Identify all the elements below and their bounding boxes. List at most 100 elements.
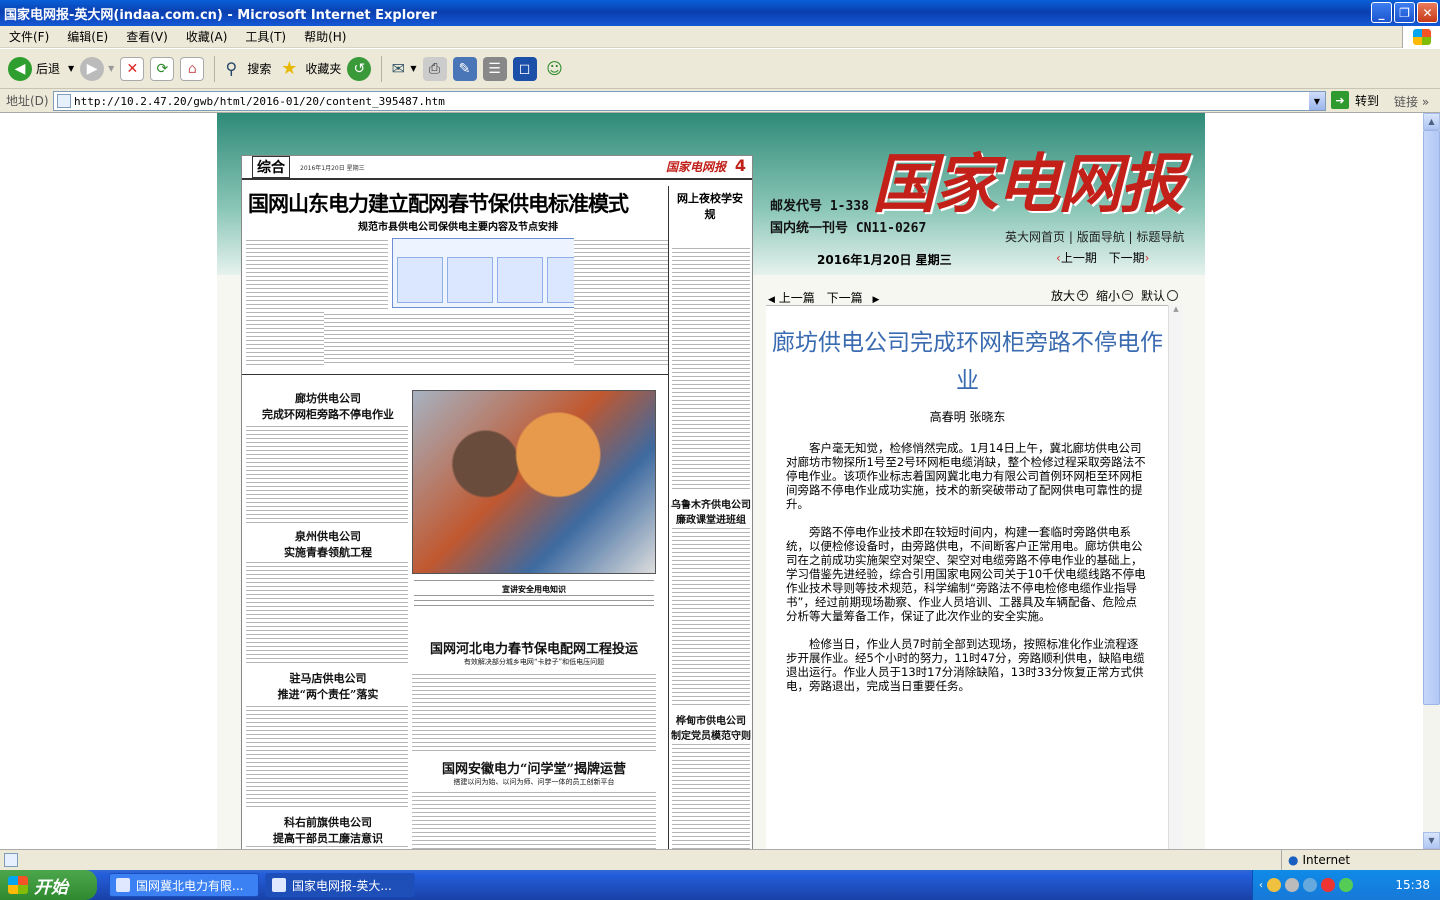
- address-bar: 地址(D) http://10.2.47.20/gwb/html/2016-01…: [0, 89, 1440, 113]
- next-article-link[interactable]: 下一篇: [827, 291, 863, 305]
- article-panel: 廊坊供电公司完成环网柜旁路不停电作业 高春明 张晓东 客户毫无知觉，检修悄然完成…: [766, 305, 1183, 849]
- search-icon: ⚲: [225, 59, 238, 78]
- go-button[interactable]: ➜ 转到: [1331, 91, 1379, 109]
- text-column: [412, 672, 656, 752]
- close-button[interactable]: ✕: [1417, 2, 1438, 23]
- refresh-icon: ⟳: [150, 56, 175, 81]
- article-subtitle-text: 廉政课堂进班组: [676, 515, 746, 526]
- edit-button[interactable]: ✎: [452, 53, 477, 85]
- article-author: 高春明 张晓东: [929, 410, 1006, 424]
- tray-icon[interactable]: [1303, 878, 1317, 892]
- nav-layout-link[interactable]: 版面导航: [1077, 230, 1125, 244]
- text-column: [246, 704, 408, 808]
- photo-caption: 宣讲安全用电知识: [412, 584, 656, 595]
- research-button[interactable]: ◻: [512, 53, 537, 85]
- links-button[interactable]: 链接 »: [1394, 93, 1429, 110]
- menu-edit[interactable]: 编辑(E): [58, 28, 117, 45]
- text-column: [672, 742, 750, 849]
- nav-home-link[interactable]: 英大网首页: [1005, 230, 1065, 244]
- paper-section: 综合: [252, 156, 290, 178]
- default-size-link[interactable]: 默认: [1141, 287, 1165, 304]
- paper-article-title[interactable]: 科右前旗供电公司 提高干部员工廉洁意识: [248, 814, 408, 846]
- tray-icon[interactable]: [1267, 878, 1281, 892]
- start-button[interactable]: 开始: [0, 870, 97, 900]
- menu-tools[interactable]: 工具(T): [236, 28, 295, 45]
- zoom-out-icon[interactable]: −: [1122, 290, 1134, 301]
- tray-icon[interactable]: [1339, 878, 1353, 892]
- page-scrollbar[interactable]: ▲ ▼: [1423, 113, 1440, 849]
- history-icon: ↺: [347, 56, 372, 81]
- window-titlebar[interactable]: 国家电网报-英大网(indaa.com.cn) - Microsoft Inte…: [0, 0, 1440, 26]
- chevron-down-icon[interactable]: ▼: [410, 64, 416, 73]
- paper-subhead: 规范市县供电公司保供电主要内容及节点安排: [358, 222, 558, 233]
- window-title: 国家电网报-英大网(indaa.com.cn) - Microsoft Inte…: [4, 7, 437, 23]
- paper-headline[interactable]: 国网山东电力建立配网春节保供电标准模式: [248, 188, 629, 218]
- minimize-button[interactable]: _: [1371, 2, 1392, 23]
- article-subtitle-text: 搭建以问为始、以问为师、问学一体的员工创新平台: [453, 778, 615, 786]
- site-logo: 国家电网报: [872, 147, 1184, 222]
- back-button[interactable]: ◀ 后退 ▼: [8, 53, 74, 85]
- history-button[interactable]: ↺: [347, 53, 372, 85]
- menu-file[interactable]: 文件(F): [0, 28, 58, 45]
- newspaper-photo[interactable]: [412, 390, 656, 574]
- paper-article-title[interactable]: 驻马店供电公司 推进“两个责任”落实: [248, 670, 408, 702]
- paper-article-title[interactable]: 乌鲁木齐供电公司 廉政课堂进班组: [670, 496, 752, 526]
- issue-date: 2016年1月20日 星期三: [817, 253, 952, 267]
- prev-article-link[interactable]: 上一篇: [779, 291, 815, 305]
- edit-icon: ✎: [452, 56, 477, 81]
- default-size-icon[interactable]: [1167, 290, 1179, 301]
- chevron-down-icon[interactable]: ▼: [108, 64, 114, 73]
- paper-article-title[interactable]: 国网安徽电力“问学堂”揭牌运营 搭建以问为始、以问为师、问学一体的员工创新平台: [412, 758, 656, 787]
- chevron-down-icon[interactable]: ▼: [68, 64, 74, 73]
- favorites-button[interactable]: ★ 收藏夹: [277, 53, 341, 85]
- article-nav: ◀ 上一篇 下一篇 ▶: [768, 289, 879, 306]
- taskbar-item[interactable]: 国家电网报-英大...: [265, 873, 415, 897]
- tray-expand-icon[interactable]: ‹: [1259, 880, 1263, 891]
- print-button[interactable]: ⎙: [422, 53, 447, 85]
- menu-view[interactable]: 查看(V): [117, 28, 177, 45]
- tray-icon[interactable]: [1285, 878, 1299, 892]
- scroll-up-icon[interactable]: ▲: [1423, 113, 1440, 130]
- messenger-button[interactable]: ☺: [543, 53, 567, 85]
- paper-article-title[interactable]: 桦甸市供电公司 制定党员模范守则: [670, 712, 752, 742]
- search-button[interactable]: ⚲ 搜索: [219, 53, 271, 85]
- section-divider: [242, 374, 668, 375]
- address-input[interactable]: http://10.2.47.20/gwb/html/2016-01/20/co…: [53, 91, 1326, 111]
- nav-titles-link[interactable]: 标题导航: [1136, 230, 1184, 244]
- zoom-out-link[interactable]: 缩小: [1096, 287, 1120, 304]
- paper-side-box[interactable]: 网上夜校学安规: [672, 190, 748, 222]
- stop-button[interactable]: ✕: [120, 53, 145, 85]
- paper-article-title[interactable]: 泉州供电公司 实施青春领航工程: [248, 528, 408, 560]
- mail-button[interactable]: ✉ ▼: [386, 53, 417, 85]
- prev-issue-link[interactable]: 上一期: [1061, 251, 1097, 265]
- article-scrollbar[interactable]: ▲: [1168, 305, 1183, 849]
- scroll-up-icon[interactable]: ▲: [1169, 305, 1183, 319]
- shield-icon[interactable]: [1321, 878, 1335, 892]
- toolbar-divider: [214, 55, 216, 82]
- home-button[interactable]: ⌂: [180, 53, 205, 85]
- scroll-thumb[interactable]: [1423, 130, 1440, 705]
- zoom-in-link[interactable]: 放大: [1051, 287, 1075, 304]
- menu-help[interactable]: 帮助(H): [295, 28, 355, 45]
- article-paragraph: 检修当日，作业人员7时前全部到达现场，按照标准化作业流程逐步开展作业。经5个小时…: [786, 637, 1145, 693]
- search-label: 搜索: [247, 62, 272, 76]
- paper-article-title[interactable]: 廊坊供电公司 完成环网柜旁路不停电作业: [248, 390, 408, 422]
- taskbar-item[interactable]: 国网冀北电力有限...: [109, 873, 259, 897]
- discuss-button[interactable]: ☰: [482, 53, 507, 85]
- paper-header: 综合 2016年1月20日 星期三 国家电网报 4: [242, 156, 752, 180]
- forward-button[interactable]: ▶ ▼: [80, 53, 114, 85]
- menu-favorites[interactable]: 收藏(A): [177, 28, 237, 45]
- maximize-button[interactable]: ❐: [1394, 2, 1415, 23]
- newspaper-page-image[interactable]: 综合 2016年1月20日 星期三 国家电网报 4 国网山东电力建立配网春节保供…: [241, 155, 753, 849]
- go-arrow-icon: ➜: [1331, 91, 1349, 109]
- text-column: [672, 246, 750, 492]
- text-column: [324, 312, 594, 366]
- discuss-icon: ☰: [482, 56, 507, 81]
- scroll-down-icon[interactable]: ▼: [1423, 832, 1440, 849]
- zoom-in-icon[interactable]: +: [1077, 290, 1089, 301]
- refresh-button[interactable]: ⟳: [150, 53, 175, 85]
- chevron-down-icon[interactable]: ▼: [1309, 92, 1325, 110]
- next-issue-link[interactable]: 下一期: [1109, 251, 1145, 265]
- paper-article-title[interactable]: 国网河北电力春节保电配网工程投运 有效解决部分城乡电网“卡脖子”和低电压问题: [412, 638, 656, 667]
- security-zone: ● Internet: [1281, 850, 1350, 870]
